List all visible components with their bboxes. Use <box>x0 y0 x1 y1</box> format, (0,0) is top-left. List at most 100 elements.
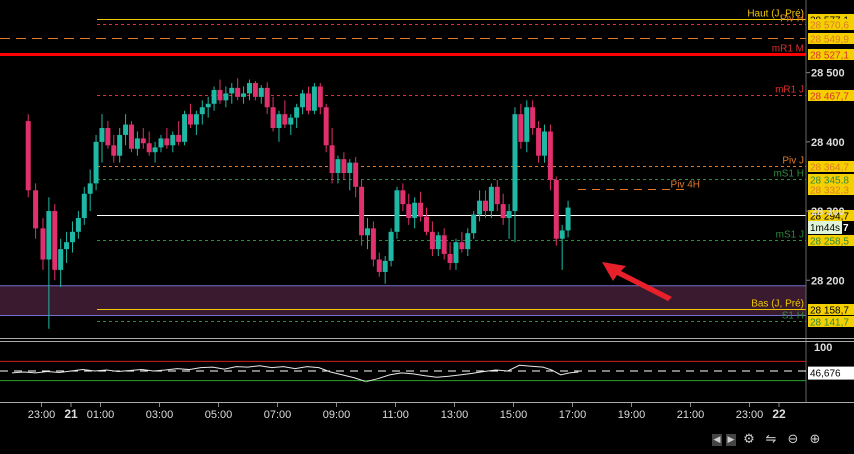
candle-body-48 <box>311 86 317 111</box>
candle-body-60 <box>382 260 388 272</box>
chart-canvas: Haut (J, Pré)28 577,1Piv H28 570,628 549… <box>0 0 854 421</box>
candle-body-27 <box>187 114 193 125</box>
levels-layer: Haut (J, Pré)28 577,1Piv H28 570,628 549… <box>0 9 854 329</box>
candle-body-69 <box>435 235 441 250</box>
candle-body-82 <box>512 114 518 212</box>
indicator-top-label: 100 <box>814 342 832 354</box>
candle-body-1 <box>33 190 39 229</box>
candle-body-91 <box>565 207 571 231</box>
time-tick-label-13: 23:00 <box>736 409 764 421</box>
candle-body-39 <box>258 87 264 97</box>
candle-body-19 <box>140 138 146 144</box>
time-tick-label-6: 09:00 <box>323 409 351 421</box>
candle-body-12 <box>99 128 105 142</box>
indicator-series-line <box>11 364 579 383</box>
candle-body-89 <box>553 179 559 239</box>
magnet-icon[interactable]: ⚙ <box>740 431 758 449</box>
level-price-tag-11: 28 141,7 <box>810 318 849 329</box>
price-zone-layer <box>0 285 806 317</box>
candle-body-87 <box>541 131 547 156</box>
candle-body-90 <box>559 230 565 239</box>
level-label-4: mR1 J <box>775 85 804 96</box>
time-tick-label-1: 21 <box>64 407 78 421</box>
time-tick-label-10: 17:00 <box>559 409 587 421</box>
level-label-11: S1 H <box>782 311 804 322</box>
time-tick-label-2: 01:00 <box>87 409 115 421</box>
candle-body-57 <box>364 228 370 236</box>
candle-body-64 <box>406 204 412 218</box>
time-tick-label-12: 21:00 <box>677 409 705 421</box>
candle-body-18 <box>134 138 140 149</box>
candle-body-75 <box>471 214 477 234</box>
candle-body-86 <box>536 128 542 156</box>
candle-body-84 <box>524 107 530 142</box>
candle-body-28 <box>193 114 199 125</box>
level-price-tag-7: 28 332,3 <box>810 186 849 197</box>
candle-body-76 <box>477 200 483 215</box>
candle-body-22 <box>158 138 164 148</box>
indicator-layer: 100 46,676 <box>0 342 854 403</box>
candle-body-67 <box>423 216 429 232</box>
candle-body-31 <box>211 89 217 104</box>
scroll-right-icon[interactable]: ▶ <box>726 434 736 446</box>
candle-body-83 <box>518 114 524 142</box>
zoom-in-icon[interactable]: ⊕ <box>806 431 824 449</box>
candle-body-49 <box>317 86 323 108</box>
countdown-tag: 1m44s <box>810 223 840 234</box>
candle-body-46 <box>300 93 306 108</box>
level-label-1: Piv H <box>780 14 804 25</box>
candle-body-13 <box>105 128 111 146</box>
scroll-left-icon[interactable]: ◀ <box>712 434 722 446</box>
candle-body-24 <box>170 134 176 146</box>
candle-body-30 <box>205 103 211 108</box>
price-tick-label-1: 28 400 <box>811 137 845 149</box>
level-price-tag-4: 28 467,7 <box>810 92 849 103</box>
zoom-fit-icon[interactable]: ⇋ <box>762 431 780 449</box>
candle-body-71 <box>447 253 453 263</box>
candle-body-9 <box>81 193 87 218</box>
chart-toolbar: ◀ ▶ ⚙ ⇋ ⊖ ⊕ <box>712 431 824 451</box>
level-label-3: mR1 M <box>772 44 804 55</box>
candle-body-32 <box>217 89 223 101</box>
candle-body-55 <box>353 162 359 187</box>
time-tick-label-4: 05:00 <box>205 409 233 421</box>
candle-body-25 <box>176 134 182 142</box>
candle-body-37 <box>246 83 252 94</box>
candle-body-44 <box>288 117 294 125</box>
level-label-9: mS1 J <box>776 230 804 241</box>
time-tick-label-5: 07:00 <box>264 409 292 421</box>
time-tick-label-9: 15:00 <box>500 409 528 421</box>
candle-body-58 <box>370 228 376 260</box>
candle-body-79 <box>494 186 500 205</box>
candle-body-8 <box>75 217 81 232</box>
candle-body-41 <box>270 107 276 129</box>
level-price-tag-3: 28 527,1 <box>810 51 849 62</box>
candle-body-85 <box>530 107 536 129</box>
level-label-5: Piv J <box>782 156 804 167</box>
candle-body-38 <box>252 83 258 97</box>
candle-body-68 <box>429 231 435 250</box>
candle-body-59 <box>376 259 382 272</box>
candle-body-74 <box>465 233 471 250</box>
candle-body-53 <box>341 159 347 173</box>
candle-body-73 <box>459 242 465 250</box>
candle-body-56 <box>359 186 365 236</box>
candle-body-20 <box>146 143 152 153</box>
time-tick-label-11: 19:00 <box>618 409 646 421</box>
candle-body-45 <box>294 107 300 118</box>
candle-body-72 <box>453 242 459 263</box>
countdown-tag-suffix: 7 <box>843 223 849 234</box>
zoom-out-icon[interactable]: ⊖ <box>784 431 802 449</box>
candle-body-7 <box>69 231 75 243</box>
candle-body-80 <box>500 204 506 218</box>
candle-body-35 <box>235 87 241 97</box>
candle-body-51 <box>329 145 335 173</box>
level-price-tag-10: 28 158,7 <box>810 306 849 317</box>
candle-body-6 <box>64 242 70 250</box>
level-price-tag-1: 28 570,6 <box>810 21 849 32</box>
candle-body-61 <box>388 231 394 261</box>
candle-body-88 <box>547 131 553 180</box>
candle-body-21 <box>152 147 158 153</box>
candle-body-50 <box>323 107 329 146</box>
level-label-6: mS1 H <box>773 169 804 180</box>
